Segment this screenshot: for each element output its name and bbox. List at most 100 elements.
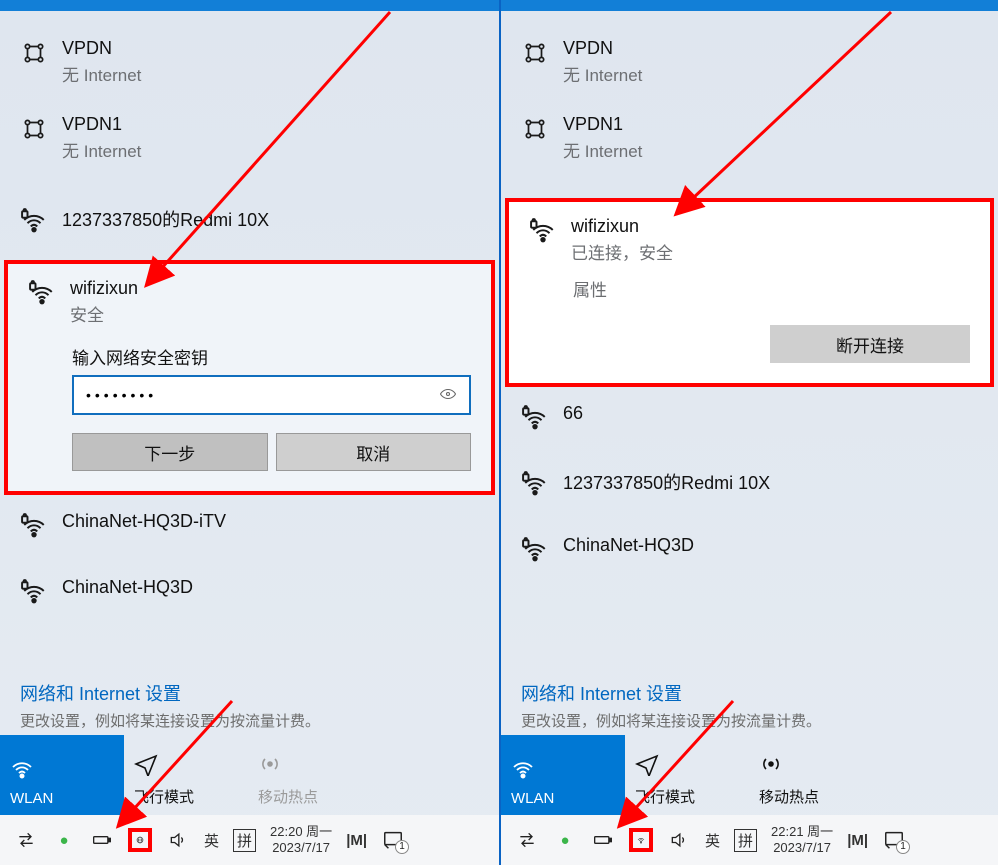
tile-airplane[interactable]: 飞行模式 — [625, 735, 749, 815]
clock-date[interactable]: 22:20 周一 2023/7/17 — [270, 824, 332, 855]
network-name: ChinaNet-HQ3D — [563, 535, 694, 556]
properties-link[interactable]: 属性 — [573, 276, 970, 301]
disconnect-button[interactable]: 断开连接 — [770, 325, 970, 363]
network-list: VPDN 无 Internet VPDN1 无 Internet 1237337… — [0, 0, 499, 672]
quick-tiles: WLAN 飞行模式 移动热点 — [0, 735, 499, 815]
tile-label: 飞行模式 — [635, 786, 739, 807]
tile-hotspot[interactable]: 移动热点 — [749, 735, 873, 815]
network-status: 无 Internet — [563, 61, 642, 86]
tile-label: WLAN — [10, 790, 114, 807]
action-center-icon[interactable]: 1 — [882, 828, 906, 852]
computers-icon — [521, 40, 549, 66]
network-status: 无 Internet — [563, 137, 642, 162]
action-center-icon[interactable]: 1 — [381, 828, 405, 852]
ime-lang[interactable]: 英 — [705, 830, 720, 851]
wifi-secure-icon — [521, 405, 549, 431]
safety-icon[interactable]: ● — [553, 828, 577, 852]
wifi-secure-icon — [529, 218, 557, 244]
network-tray-icon[interactable] — [629, 828, 653, 852]
wifi-secure-icon — [20, 513, 48, 539]
network-name: wifizixun — [571, 216, 673, 237]
wifi-secure-icon — [28, 280, 56, 306]
password-prompt-label: 输入网络安全密钥 — [72, 344, 471, 369]
speaker-icon[interactable] — [166, 828, 190, 852]
password-input[interactable]: •••••••• — [72, 375, 471, 415]
tile-wlan[interactable]: WLAN — [501, 735, 625, 815]
network-list: VPDN 无 Internet VPDN1 无 Internet wifizix… — [501, 0, 998, 672]
clock-date[interactable]: 22:21 周一 2023/7/17 — [771, 824, 833, 855]
computers-icon — [20, 40, 48, 66]
hotspot-icon — [258, 752, 282, 776]
taskbar: ● 英 拼 22:21 周一 2023/7/17 |M| 1 — [501, 815, 998, 865]
network-item[interactable]: 1237337850的Redmi 10X — [501, 461, 998, 505]
notification-badge: 1 — [896, 840, 910, 854]
network-item[interactable]: VPDN1 无 Internet — [0, 100, 499, 176]
settings-link-title: 网络和 Internet 设置 — [20, 680, 479, 706]
network-name: VPDN1 — [563, 114, 642, 135]
tile-label: 移动热点 — [759, 786, 863, 807]
airplane-icon — [134, 752, 158, 776]
sync-icon[interactable] — [14, 828, 38, 852]
tile-wlan[interactable]: WLAN — [0, 735, 124, 815]
tile-label: 飞行模式 — [134, 786, 238, 807]
network-tray-icon[interactable] — [128, 828, 152, 852]
network-name: ChinaNet-HQ3D — [62, 577, 193, 598]
speaker-icon[interactable] — [667, 828, 691, 852]
network-name: 66 — [563, 403, 583, 424]
safety-icon[interactable]: ● — [52, 828, 76, 852]
quick-tiles: WLAN 飞行模式 移动热点 — [501, 735, 998, 815]
password-value: •••••••• — [86, 387, 439, 403]
network-password-panel: wifizixun 安全 输入网络安全密钥 •••••••• 下一步 取消 — [4, 260, 495, 495]
next-button[interactable]: 下一步 — [72, 433, 268, 471]
tile-label: 移动热点 — [258, 786, 362, 807]
network-item[interactable]: VPDN 无 Internet — [0, 24, 499, 100]
network-status: 无 Internet — [62, 61, 141, 86]
battery-icon[interactable] — [591, 828, 615, 852]
network-item[interactable]: ChinaNet-HQ3D — [0, 569, 499, 613]
computers-icon — [521, 116, 549, 142]
ime-mode[interactable]: 拼 — [233, 829, 256, 852]
network-name: ChinaNet-HQ3D-iTV — [62, 511, 226, 532]
wifi-icon — [511, 756, 535, 780]
sync-icon[interactable] — [515, 828, 539, 852]
settings-link-title: 网络和 Internet 设置 — [521, 680, 978, 706]
wifi-secure-icon — [20, 208, 48, 234]
network-item[interactable]: ChinaNet-HQ3D — [501, 527, 998, 571]
app-icon[interactable]: |M| — [346, 832, 367, 849]
left-flyout: VPDN 无 Internet VPDN1 无 Internet 1237337… — [0, 0, 499, 865]
tile-label: WLAN — [511, 790, 615, 807]
wifi-secure-icon — [20, 579, 48, 605]
network-status: 无 Internet — [62, 137, 141, 162]
network-name: wifizixun — [70, 278, 138, 299]
wifi-icon — [10, 756, 34, 780]
tile-hotspot[interactable]: 移动热点 — [248, 735, 372, 815]
reveal-password-icon[interactable] — [439, 385, 457, 406]
computers-icon — [20, 116, 48, 142]
network-item[interactable]: VPDN1 无 Internet — [501, 100, 998, 176]
network-item[interactable]: VPDN 无 Internet — [501, 24, 998, 100]
cancel-button[interactable]: 取消 — [276, 433, 472, 471]
ime-mode[interactable]: 拼 — [734, 829, 757, 852]
network-connected-panel: wifizixun 已连接，安全 属性 断开连接 — [505, 198, 994, 387]
network-name: 1237337850的Redmi 10X — [62, 206, 269, 232]
settings-link-block[interactable]: 网络和 Internet 设置 更改设置，例如将某连接设置为按流量计费。 — [501, 672, 998, 735]
notification-badge: 1 — [395, 840, 409, 854]
ime-lang[interactable]: 英 — [204, 830, 219, 851]
network-name: 1237337850的Redmi 10X — [563, 469, 770, 495]
network-item[interactable]: ChinaNet-HQ3D-iTV — [0, 503, 499, 547]
app-icon[interactable]: |M| — [847, 832, 868, 849]
settings-link-sub: 更改设置，例如将某连接设置为按流量计费。 — [521, 710, 978, 731]
wifi-secure-icon — [521, 471, 549, 497]
taskbar: ● 英 拼 22:20 周一 2023/7/17 |M| 1 — [0, 815, 499, 865]
wifi-secure-icon — [521, 537, 549, 563]
right-flyout: VPDN 无 Internet VPDN1 无 Internet wifizix… — [499, 0, 998, 865]
network-item[interactable]: 66 — [501, 395, 998, 439]
network-status: 安全 — [70, 301, 138, 326]
network-name: VPDN — [563, 38, 642, 59]
battery-icon[interactable] — [90, 828, 114, 852]
network-name: VPDN — [62, 38, 141, 59]
network-name: VPDN1 — [62, 114, 141, 135]
settings-link-block[interactable]: 网络和 Internet 设置 更改设置，例如将某连接设置为按流量计费。 — [0, 672, 499, 735]
network-item[interactable]: 1237337850的Redmi 10X — [0, 198, 499, 242]
tile-airplane[interactable]: 飞行模式 — [124, 735, 248, 815]
